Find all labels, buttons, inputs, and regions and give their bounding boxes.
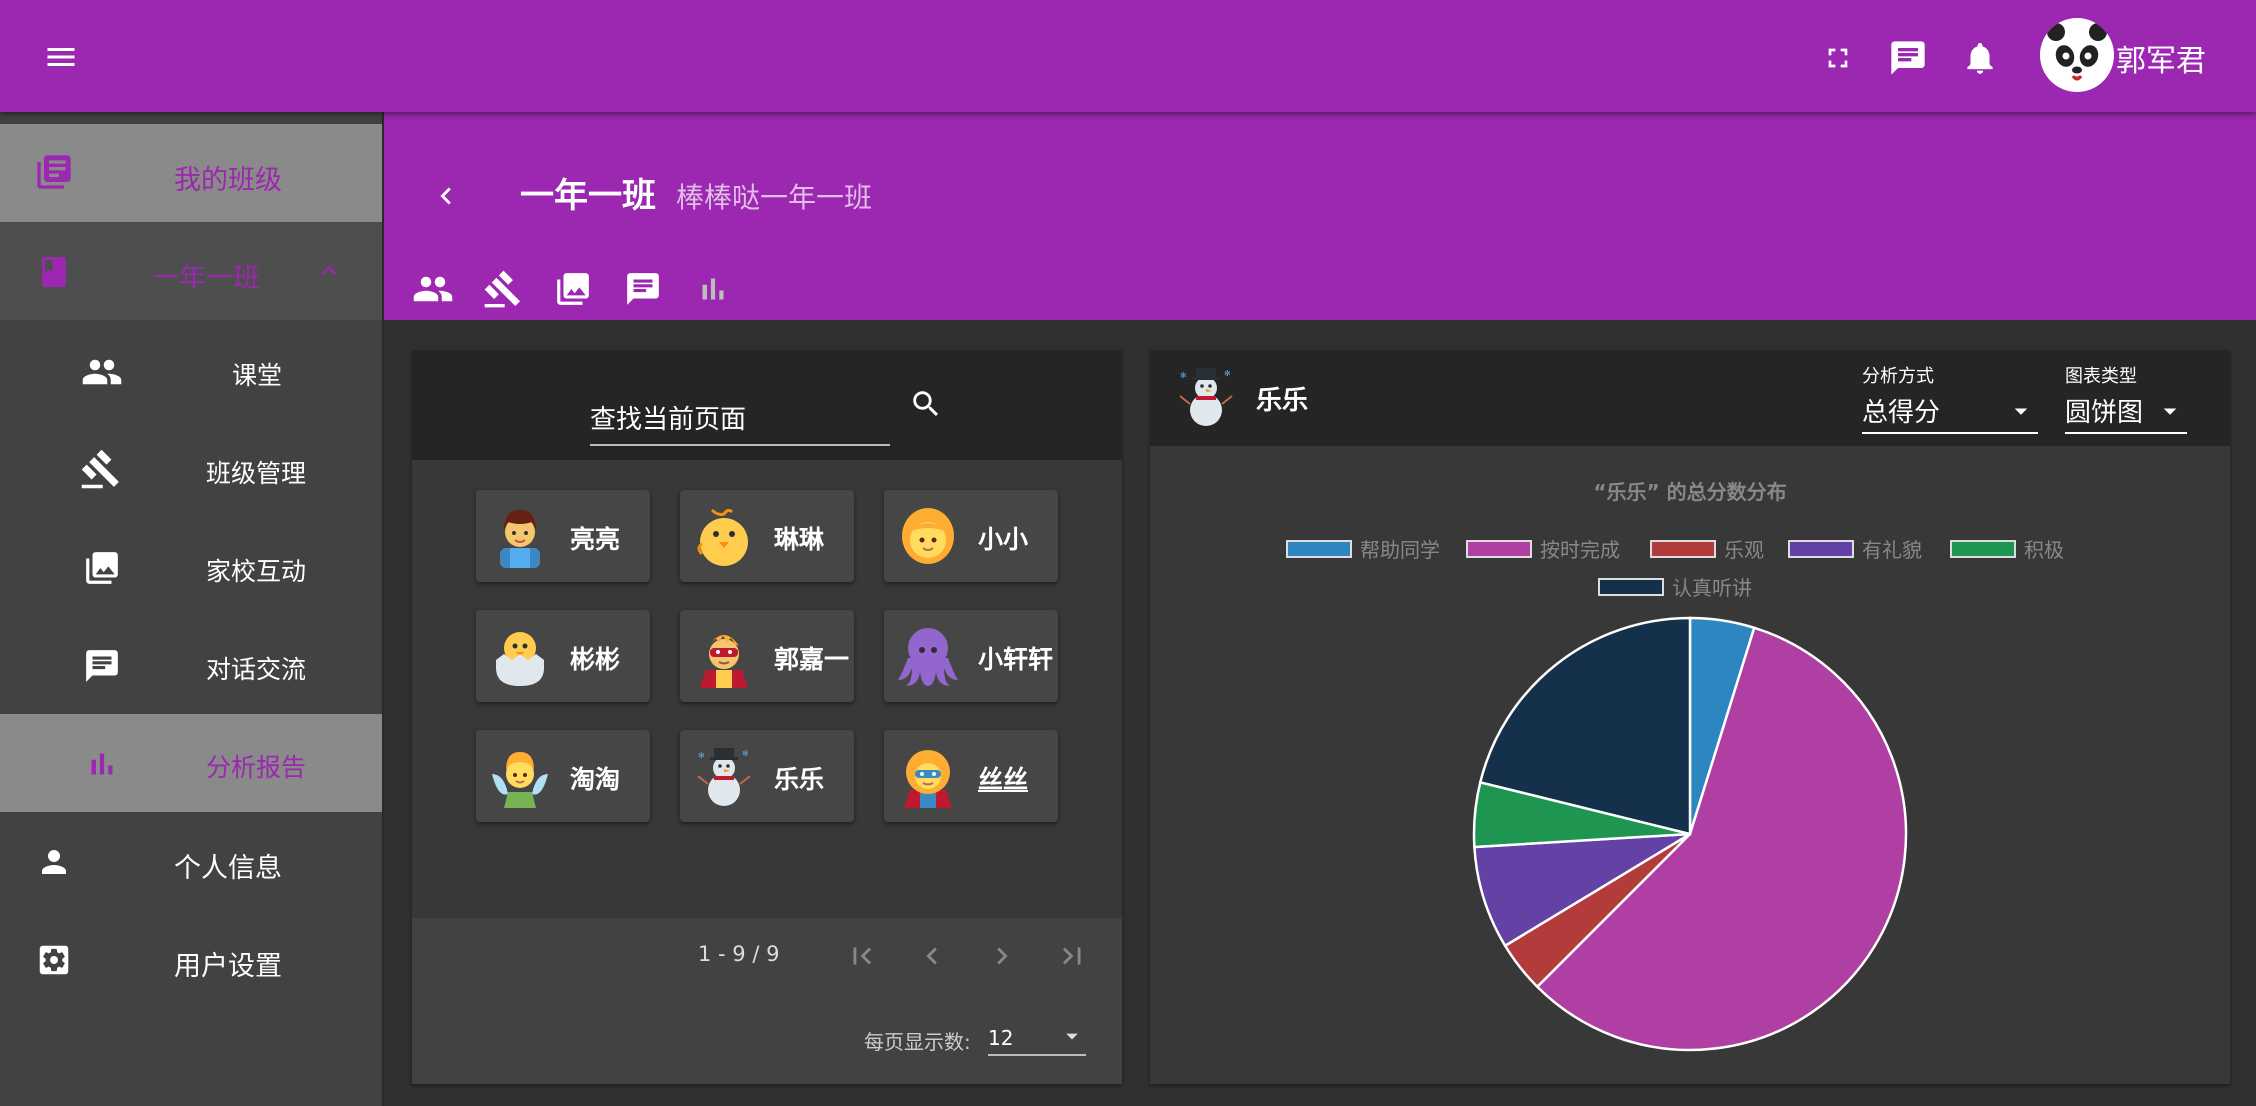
people-icon <box>80 352 124 392</box>
book-icon <box>36 254 72 290</box>
pagination: 1 - 9 / 9 每页显示数: 12 <box>412 918 1122 1084</box>
gavel-icon <box>80 448 122 490</box>
chat-icon <box>82 646 122 686</box>
sidebar-item-label: 用户设置 <box>174 951 282 982</box>
chat-icon[interactable] <box>1886 36 1930 80</box>
girl-icon <box>902 508 954 564</box>
student-card[interactable]: 琳琳 <box>680 490 854 582</box>
student-card[interactable]: 丝丝 <box>884 730 1058 822</box>
sidebar-item-label: 班级管理 <box>206 459 307 488</box>
student-name: 彬彬 <box>570 645 621 674</box>
search-icon[interactable] <box>906 384 946 424</box>
student-card[interactable]: 亮亮 <box>476 490 650 582</box>
page-title: 一年一班 <box>520 176 656 216</box>
per-page-label: 每页显示数: <box>864 1030 971 1054</box>
first-page-icon[interactable] <box>842 936 882 976</box>
page-subtitle: 棒棒哒一年一班 <box>676 181 873 214</box>
settings-icon <box>34 940 74 980</box>
boy-icon <box>500 510 540 568</box>
svg-text:✻: ✻ <box>698 751 705 760</box>
tab-analysis-report[interactable] <box>688 264 738 314</box>
chick-icon <box>697 508 748 566</box>
sidebar: 我的班级 一年一班 课堂 班级管理 家校互动 对话交流 分析报告 个人信息 用户… <box>0 112 384 1106</box>
bell-icon[interactable] <box>1958 36 2002 80</box>
sidebar-item-profile[interactable]: 个人信息 <box>0 812 382 910</box>
pie-chart <box>1472 616 1908 1052</box>
student-card[interactable]: 小小 <box>884 490 1058 582</box>
student-name: 乐乐 <box>774 765 825 794</box>
fullscreen-icon[interactable] <box>1818 38 1858 78</box>
tab-classroom[interactable] <box>408 264 458 314</box>
superhero-icon <box>700 635 748 688</box>
menu-icon[interactable] <box>36 32 86 82</box>
student-name: 丝丝 <box>978 765 1029 794</box>
student-panel: 亮亮 琳琳 小小 彬彬 <box>412 350 1122 1084</box>
sidebar-item-class-management[interactable]: 班级管理 <box>0 420 382 518</box>
sidebar-item-label: 课堂 <box>232 361 283 390</box>
student-name: 淘淘 <box>570 765 621 794</box>
prev-page-icon[interactable] <box>912 936 952 976</box>
back-icon[interactable] <box>426 176 466 216</box>
student-card[interactable]: ✻ ✻ 乐乐 <box>680 730 854 822</box>
class-header: 一年一班 棒棒哒一年一班 <box>384 112 2256 320</box>
per-page-value: 12 <box>988 1026 1014 1050</box>
person-icon <box>34 842 74 882</box>
octopus-icon <box>898 628 958 686</box>
user-name[interactable]: 郭军君 <box>2116 36 2206 80</box>
analysis-panel: ✻ ✻ 乐乐 分析方式 总得分 图表类型 圆饼图 “乐乐” 的总分数分布 帮助同学… <box>1150 350 2230 1084</box>
sidebar-item-classroom[interactable]: 课堂 <box>0 322 382 420</box>
sidebar-item-class[interactable]: 一年一班 <box>0 222 382 320</box>
avatar[interactable] <box>2040 18 2114 92</box>
library-books-icon <box>34 152 74 192</box>
student-card[interactable]: 小轩轩 <box>884 610 1058 702</box>
student-name: 亮亮 <box>570 525 621 554</box>
snowman-icon: ✻ ✻ <box>697 748 751 806</box>
svg-text:✻: ✻ <box>742 749 749 758</box>
student-name: 琳琳 <box>774 525 825 554</box>
sidebar-item-analysis-report[interactable]: 分析报告 <box>0 714 382 812</box>
fairy-icon <box>492 752 548 808</box>
per-page-select[interactable]: 12 <box>988 1018 1086 1056</box>
sidebar-item-label: 个人信息 <box>174 853 282 884</box>
student-card[interactable]: 郭嘉一 <box>680 610 854 702</box>
photo-library-icon <box>82 548 122 588</box>
last-page-icon[interactable] <box>1052 936 1092 976</box>
sidebar-item-settings[interactable]: 用户设置 <box>0 910 382 1008</box>
bar-chart-icon <box>84 744 120 784</box>
search-bar <box>412 350 1122 460</box>
tab-class-management[interactable] <box>478 264 528 314</box>
pagination-range: 1 - 9 / 9 <box>698 942 780 966</box>
tab-home-school[interactable] <box>548 264 598 314</box>
student-name: 郭嘉一 <box>774 645 850 674</box>
sidebar-item-home-school[interactable]: 家校互动 <box>0 518 382 616</box>
sidebar-item-label: 我的班级 <box>174 165 282 196</box>
superheroine-icon <box>904 750 952 808</box>
top-app-bar: 郭军君 <box>0 0 2256 112</box>
sidebar-item-my-class[interactable]: 我的班级 <box>0 124 382 222</box>
search-input[interactable] <box>590 400 890 446</box>
chevron-up-icon[interactable] <box>314 256 344 286</box>
student-name: 小轩轩 <box>978 645 1054 674</box>
sidebar-item-label: 一年一班 <box>152 263 260 294</box>
dropdown-arrow-icon <box>1066 1033 1078 1040</box>
student-name: 小小 <box>978 525 1029 554</box>
sidebar-item-label: 家校互动 <box>206 557 307 586</box>
hatching-chick-icon <box>496 632 544 686</box>
sidebar-item-label: 对话交流 <box>206 655 307 684</box>
sidebar-item-label: 分析报告 <box>206 753 307 782</box>
student-card[interactable]: 淘淘 <box>476 730 650 822</box>
sidebar-item-conversation[interactable]: 对话交流 <box>0 616 382 714</box>
student-card[interactable]: 彬彬 <box>476 610 650 702</box>
next-page-icon[interactable] <box>982 936 1022 976</box>
tab-conversation[interactable] <box>618 264 668 314</box>
